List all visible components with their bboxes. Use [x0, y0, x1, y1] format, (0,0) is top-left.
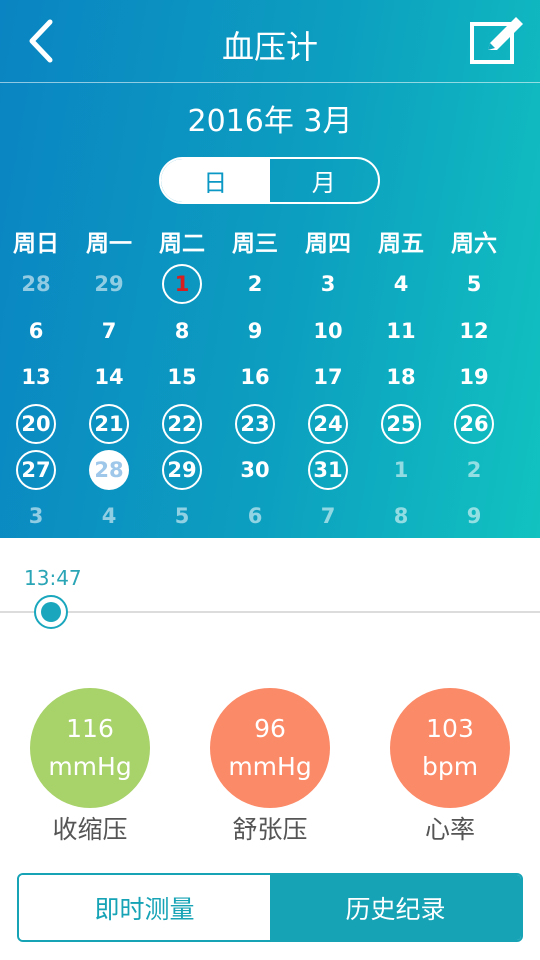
metric-unit: mmHg	[228, 752, 312, 781]
measure-now-button[interactable]: 即时测量	[19, 875, 270, 940]
calendar-day[interactable]: 23	[235, 404, 275, 444]
calendar-day[interactable]: 7	[89, 311, 129, 351]
page-title: 血压计	[221, 28, 318, 66]
calendar-day[interactable]: 6	[16, 311, 56, 351]
calendar-day[interactable]: 21	[89, 404, 129, 444]
weekday-label: 周一	[86, 231, 132, 257]
calendar-day[interactable]: 19	[454, 357, 494, 397]
calendar-day[interactable]: 9	[454, 496, 494, 536]
month-label: 2016年 3月	[187, 104, 353, 139]
weekday-header: 周日 周一 周二 周三 周四 周五 周六	[0, 224, 540, 258]
weekday-label: 周五	[378, 231, 424, 257]
calendar-day[interactable]: 15	[162, 357, 202, 397]
calendar-day[interactable]: 29	[89, 264, 129, 304]
calendar-day[interactable]: 25	[381, 404, 421, 444]
metric-circle: 116 mmHg	[30, 688, 150, 808]
tab-month-view[interactable]: 月	[270, 159, 379, 202]
calendar-day[interactable]: 16	[235, 357, 275, 397]
calendar-day[interactable]: 27	[16, 450, 56, 490]
edit-button[interactable]	[466, 14, 528, 68]
calendar-day[interactable]: 20	[16, 404, 56, 444]
calendar-day[interactable]: 7	[308, 496, 348, 536]
calendar-day[interactable]: 2	[235, 264, 275, 304]
timeline-time-label: 13:47	[24, 566, 82, 590]
view-toggle: 日 月	[159, 157, 380, 204]
timeline-track[interactable]	[0, 611, 540, 613]
calendar-day-today[interactable]: 1	[162, 264, 202, 304]
weekday-label: 周日	[13, 231, 59, 257]
calendar-day[interactable]: 22	[162, 404, 202, 444]
calendar-day[interactable]: 8	[162, 311, 202, 351]
calendar-day[interactable]: 13	[16, 357, 56, 397]
calendar-day[interactable]: 5	[162, 496, 202, 536]
calendar-day[interactable]: 31	[308, 450, 348, 490]
calendar-day[interactable]: 11	[381, 311, 421, 351]
tab-day-view[interactable]: 日	[161, 159, 270, 202]
metric-label: 心率	[424, 815, 475, 844]
calendar-day[interactable]: 3	[16, 496, 56, 536]
calendar-day[interactable]: 3	[308, 264, 348, 304]
calendar-day[interactable]: 30	[235, 450, 275, 490]
metric-unit: mmHg	[48, 752, 132, 781]
calendar-day[interactable]: 10	[308, 311, 348, 351]
top-bar: 血压计	[0, 0, 540, 83]
metric-label: 收缩压	[52, 815, 128, 844]
calendar-day[interactable]: 14	[89, 357, 129, 397]
metric-label: 舒张压	[232, 815, 308, 844]
calendar-day[interactable]: 2	[454, 450, 494, 490]
metric-value: 103	[426, 714, 474, 743]
history-button[interactable]: 历史纪录	[270, 875, 521, 940]
calendar-day[interactable]: 9	[235, 311, 275, 351]
timeline-marker[interactable]	[34, 595, 68, 629]
calendar-day[interactable]: 6	[235, 496, 275, 536]
calendar-day[interactable]: 26	[454, 404, 494, 444]
metric-circle: 96 mmHg	[210, 688, 330, 808]
metric-unit: bpm	[421, 752, 479, 781]
metric-value: 96	[254, 714, 286, 743]
calendar-header-panel: 血压计 2016年 3月 日 月 周日 周一 周二 周三 周四 周五 周六 28 29 1 2 3 4…	[0, 0, 540, 538]
weekday-label: 周六	[451, 231, 497, 257]
weekday-label: 周四	[305, 231, 351, 257]
action-bar: 即时测量 历史纪录	[17, 873, 523, 942]
metric-value: 116	[66, 714, 114, 743]
calendar-day[interactable]: 5	[454, 264, 494, 304]
calendar-day[interactable]: 8	[381, 496, 421, 536]
calendar-day[interactable]: 4	[381, 264, 421, 304]
calendar-day[interactable]: 4	[89, 496, 129, 536]
calendar-day[interactable]: 12	[454, 311, 494, 351]
weekday-label: 周三	[232, 231, 278, 257]
calendar-day[interactable]: 29	[162, 450, 202, 490]
calendar-day[interactable]: 1	[381, 450, 421, 490]
calendar-day[interactable]: 17	[308, 357, 348, 397]
calendar-day[interactable]: 18	[381, 357, 421, 397]
metric-circle: 103 bpm	[390, 688, 510, 808]
calendar-day[interactable]: 24	[308, 404, 348, 444]
calendar-day[interactable]: 28	[16, 264, 56, 304]
calendar-day-selected[interactable]: 28	[89, 450, 129, 490]
edit-note-icon	[470, 17, 523, 64]
weekday-label: 周二	[159, 231, 205, 257]
